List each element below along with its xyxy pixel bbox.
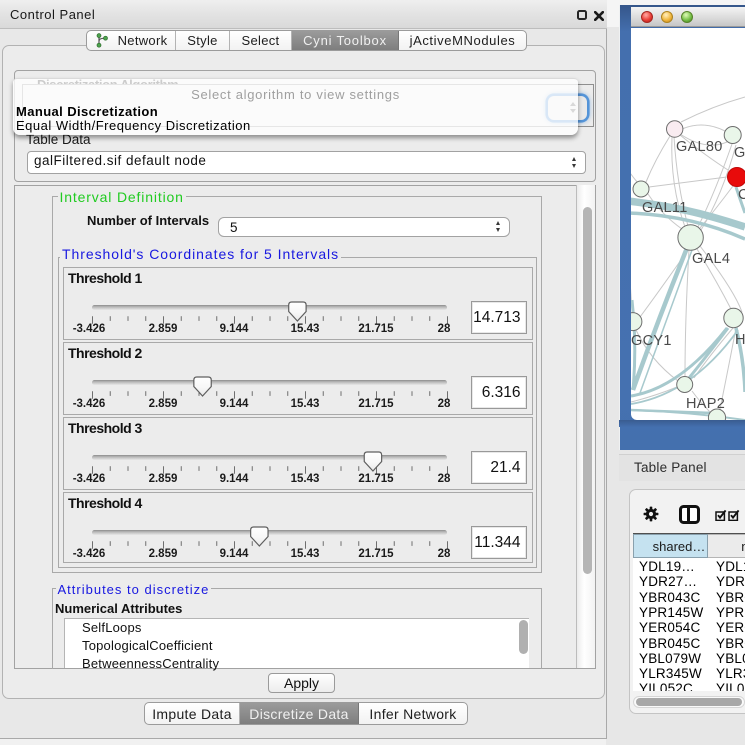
svg-text:GAL4: GAL4 xyxy=(692,251,730,267)
svg-text:GCY1: GCY1 xyxy=(631,333,672,349)
svg-text:GAL80: GAL80 xyxy=(676,139,723,155)
svg-text:GAL11: GAL11 xyxy=(642,200,688,216)
svg-text:HAP2: HAP2 xyxy=(686,396,725,412)
svg-text:H: H xyxy=(735,332,745,348)
svg-text:GA: GA xyxy=(734,145,745,161)
svg-text:C: C xyxy=(738,187,745,203)
